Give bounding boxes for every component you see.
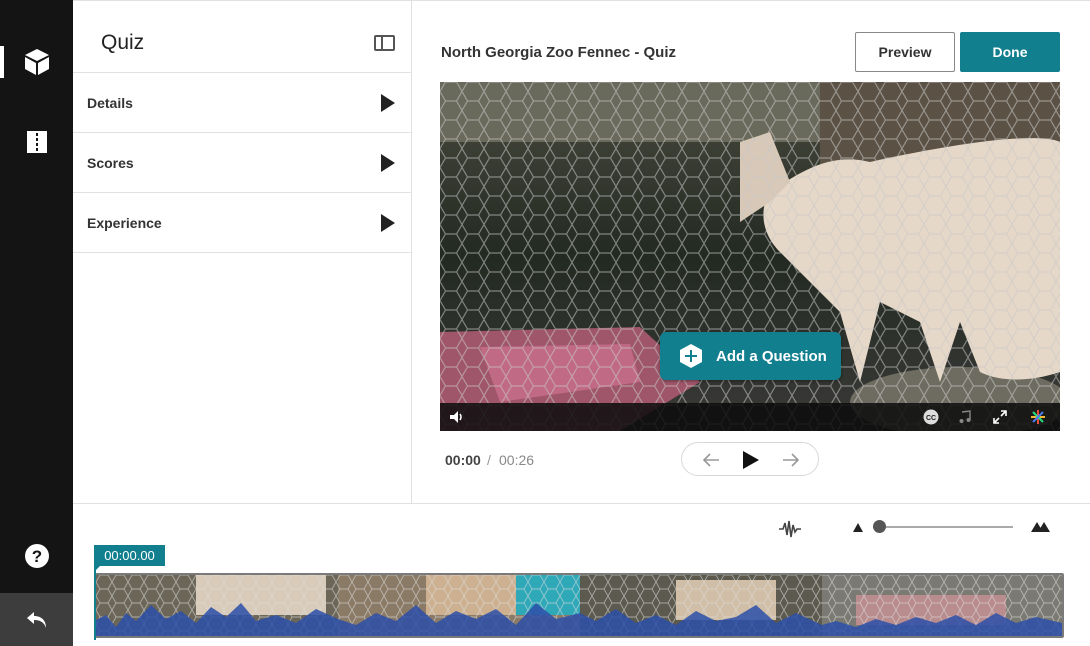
playhead-time-badge: 00:00.00 xyxy=(94,545,165,572)
play-button[interactable] xyxy=(734,443,768,477)
section-details[interactable]: Details xyxy=(73,73,411,133)
quiz-editor: ? Quiz Details Scores Experience North G… xyxy=(0,0,1090,646)
arrow-right-icon xyxy=(783,453,800,467)
panel-header: Quiz xyxy=(73,1,411,73)
caret-right-icon xyxy=(381,214,395,232)
time-separator: / xyxy=(487,452,491,468)
video-title: North Georgia Zoo Fennec - Quiz xyxy=(441,44,677,61)
brand-logo-icon xyxy=(1029,408,1047,426)
panel-title: Quiz xyxy=(101,31,145,54)
preview-button[interactable]: Preview xyxy=(855,32,955,72)
add-question-button[interactable]: Add a Question xyxy=(660,332,841,380)
chapters-icon xyxy=(26,131,47,153)
duration: 00:26 xyxy=(499,452,535,468)
add-question-label: Add a Question xyxy=(716,347,827,365)
play-icon xyxy=(743,451,759,469)
rail-quiz-button[interactable] xyxy=(0,34,73,90)
help-button[interactable]: ? xyxy=(0,528,73,584)
panel-collapse-icon[interactable] xyxy=(374,35,395,51)
section-details-label: Details xyxy=(87,95,133,111)
done-button[interactable]: Done xyxy=(960,32,1060,72)
closed-captions-icon[interactable]: CC xyxy=(922,408,940,426)
current-time: 00:00 xyxy=(445,452,481,468)
previous-button[interactable] xyxy=(694,443,728,477)
playback-controls xyxy=(681,442,819,476)
timeline-filmstrip[interactable] xyxy=(94,573,1064,638)
svg-text:?: ? xyxy=(31,547,41,566)
zoom-out-icon[interactable] xyxy=(853,523,863,532)
quiz-settings-panel: Quiz Details Scores Experience xyxy=(73,0,412,503)
rail-chapters-button[interactable] xyxy=(0,114,73,170)
back-button[interactable] xyxy=(0,593,73,646)
zoom-slider-track[interactable] xyxy=(873,526,1013,528)
section-experience[interactable]: Experience xyxy=(73,193,411,253)
fullscreen-icon[interactable] xyxy=(991,408,1009,426)
back-icon xyxy=(26,611,46,628)
waveform-toggle-icon[interactable] xyxy=(778,520,802,543)
caret-right-icon xyxy=(381,154,395,172)
arrow-left-icon xyxy=(702,453,719,467)
player-controls-bar: CC xyxy=(440,403,1060,431)
filmstrip-thumbnails xyxy=(96,575,1062,636)
audio-track-icon[interactable] xyxy=(956,408,974,426)
quiz-cube-icon xyxy=(24,49,49,75)
help-icon: ? xyxy=(24,544,49,568)
playhead[interactable] xyxy=(94,566,96,640)
timeline: 00:00.00 xyxy=(73,503,1090,646)
zoom-slider-handle[interactable] xyxy=(873,520,886,533)
add-hexagon-icon xyxy=(680,344,702,368)
main-area: North Georgia Zoo Fennec - Quiz Preview … xyxy=(412,0,1090,503)
caret-right-icon xyxy=(381,94,395,112)
zoom-in-icon[interactable] xyxy=(1030,520,1052,538)
section-scores[interactable]: Scores xyxy=(73,133,411,193)
next-button[interactable] xyxy=(774,443,808,477)
section-scores-label: Scores xyxy=(87,155,134,171)
section-experience-label: Experience xyxy=(87,215,162,231)
left-rail: ? xyxy=(0,0,73,646)
cc-text: CC xyxy=(926,415,936,422)
volume-icon[interactable] xyxy=(448,408,466,426)
video-player[interactable]: Add a Question CC xyxy=(440,82,1060,431)
